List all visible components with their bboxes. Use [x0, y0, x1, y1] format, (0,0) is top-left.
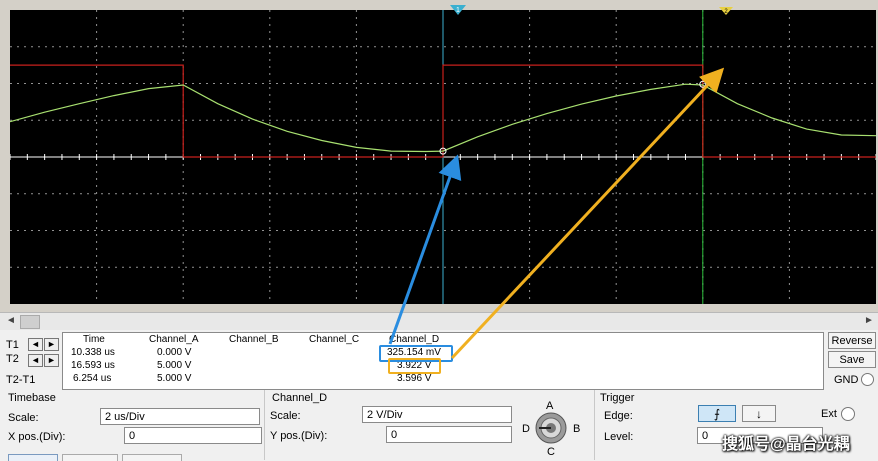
- t2-channel-a: 5.000 V: [157, 360, 192, 371]
- t2-time: 16.593 us: [71, 360, 115, 371]
- channel-a-trace: [10, 64, 876, 158]
- oscilloscope-screen: [9, 10, 877, 304]
- oscilloscope-display-area: 1 2: [0, 0, 878, 312]
- divider: [264, 390, 265, 460]
- channel-selector-knob-icon[interactable]: [533, 411, 569, 445]
- timebase-title: Timebase: [8, 392, 56, 404]
- delta-channel-d: 3.596 V: [397, 373, 432, 384]
- scroll-right-icon[interactable]: ►: [862, 314, 876, 328]
- knob-label-b: B: [573, 423, 581, 435]
- ext-radio[interactable]: [841, 407, 855, 421]
- horizontal-scrollbar[interactable]: ◄ ►: [0, 312, 878, 330]
- waveform-plot: [9, 10, 877, 304]
- header-channel-a: Channel_A: [149, 334, 199, 345]
- save-button[interactable]: Save: [828, 351, 876, 368]
- t1-left-arrow-icon[interactable]: ◄: [28, 338, 43, 351]
- timebase-scale-label: Scale:: [8, 412, 39, 424]
- x-position-label: X pos.(Div):: [8, 431, 66, 443]
- falling-edge-button[interactable]: ↓: [742, 405, 776, 422]
- y-position-label: Y pos.(Div):: [270, 430, 328, 442]
- x-position-field[interactable]: 0: [124, 427, 262, 444]
- row-label-t1: T1: [6, 339, 19, 351]
- t1-channel-a: 0.000 V: [157, 347, 192, 358]
- ext-label: Ext: [821, 408, 837, 420]
- rising-edge-button[interactable]: ⨍: [698, 405, 736, 422]
- y-position-field[interactable]: 0: [386, 426, 512, 443]
- header-channel-c: Channel_C: [309, 334, 360, 345]
- scroll-left-icon[interactable]: ◄: [4, 314, 18, 328]
- row-label-t2-t1: T2-T1: [6, 374, 36, 386]
- edge-label: Edge:: [604, 410, 633, 422]
- cursor-2-handle[interactable]: 2: [718, 6, 734, 16]
- knob-label-d: D: [522, 423, 530, 435]
- svg-text:1: 1: [456, 7, 460, 14]
- cursor-1-handle[interactable]: 1: [449, 4, 467, 16]
- gnd-label: GND: [834, 374, 859, 386]
- row-label-t2: T2: [6, 353, 19, 365]
- watermark-text: 搜狐号@晶台光耦: [722, 436, 850, 453]
- divider: [594, 390, 595, 460]
- header-channel-b: Channel_B: [229, 334, 279, 345]
- t2-right-arrow-icon[interactable]: ►: [44, 354, 59, 367]
- scroll-thumb[interactable]: [20, 315, 40, 329]
- header-channel-d: Channel_D: [389, 334, 440, 345]
- channel-scale-label: Scale:: [270, 410, 301, 422]
- delta-time: 6.254 us: [73, 373, 112, 384]
- t1-time: 10.338 us: [71, 347, 115, 358]
- level-label: Level:: [604, 431, 634, 443]
- timebase-scale-field[interactable]: 2 us/Div: [100, 408, 260, 425]
- t1-right-arrow-icon[interactable]: ►: [44, 338, 59, 351]
- cursor-readout-table: Time Channel_A Channel_B Channel_C Chann…: [62, 332, 824, 390]
- t2-channel-d-highlight: [388, 358, 441, 374]
- channel-panel-title: Channel_D: [272, 392, 328, 404]
- channel-scale-field[interactable]: 2 V/Div: [362, 406, 512, 423]
- t2-left-arrow-icon[interactable]: ◄: [28, 354, 43, 367]
- header-time: Time: [83, 334, 105, 345]
- gnd-terminal-icon[interactable]: [861, 373, 874, 386]
- trigger-title: Trigger: [600, 392, 635, 404]
- knob-label-c: C: [547, 446, 555, 458]
- delta-channel-a: 5.000 V: [157, 373, 192, 384]
- reverse-button[interactable]: Reverse: [828, 332, 876, 349]
